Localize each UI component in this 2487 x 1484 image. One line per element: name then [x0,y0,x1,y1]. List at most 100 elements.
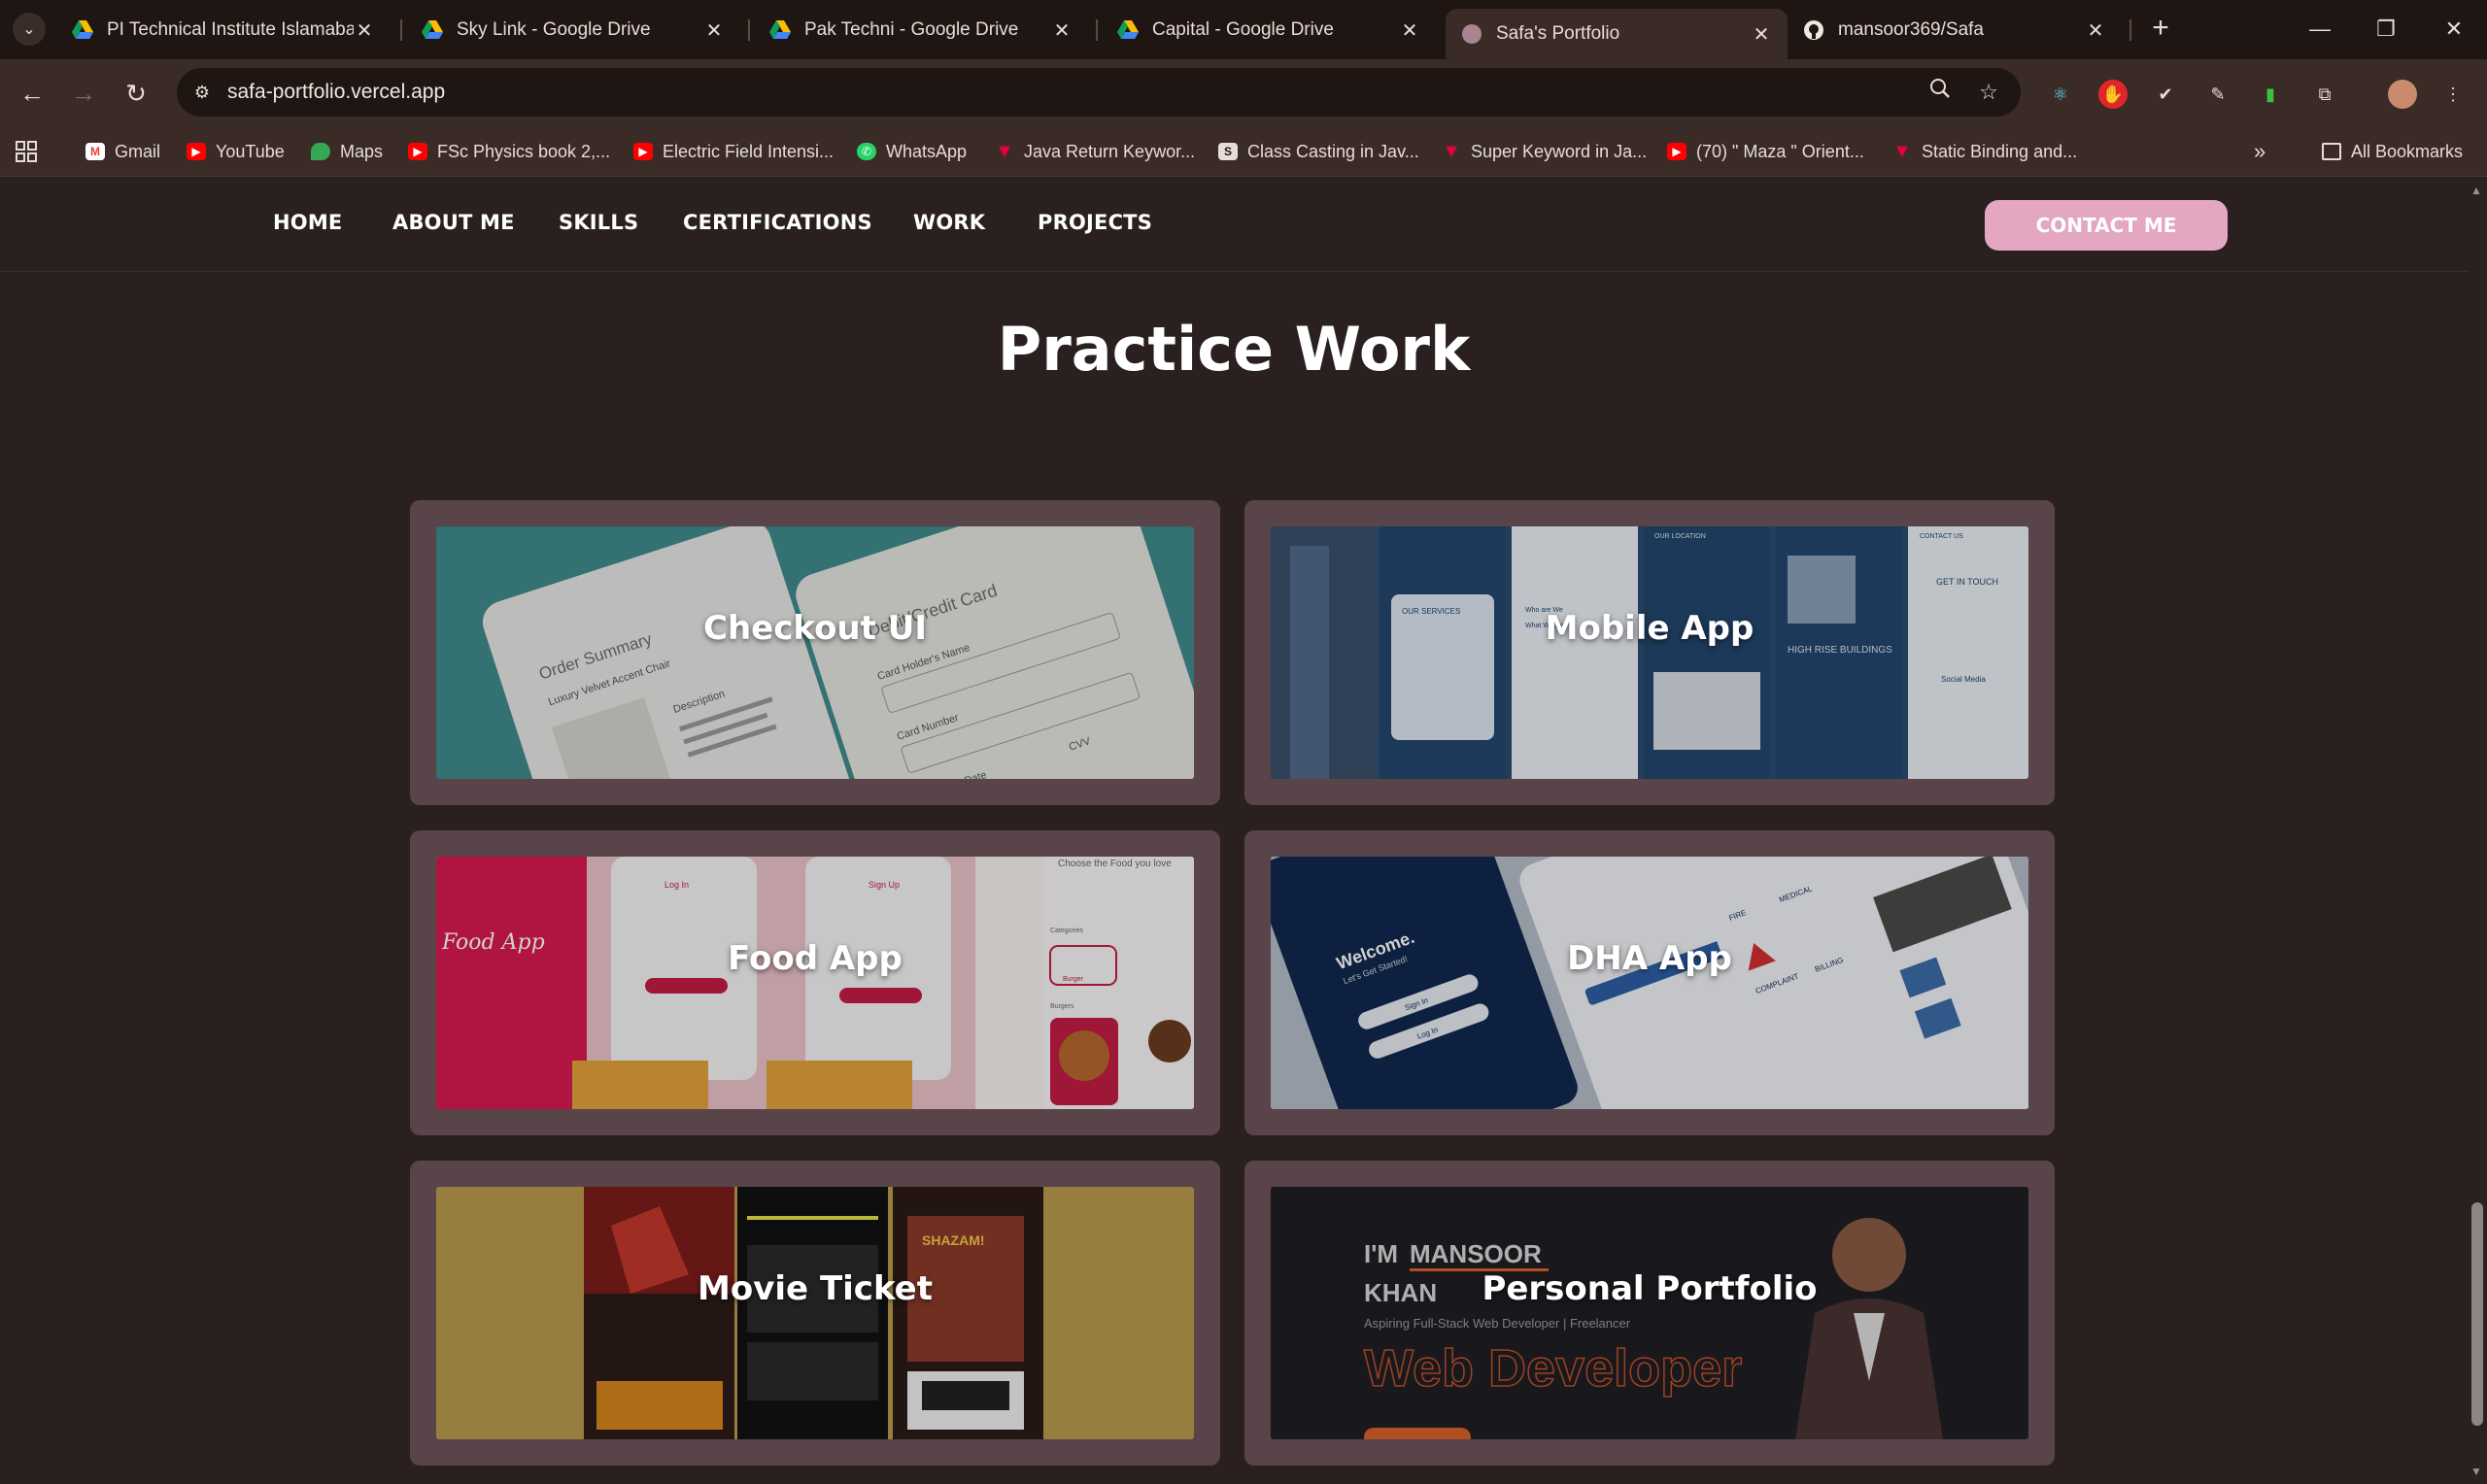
tab-close-icon[interactable]: ✕ [703,18,725,43]
zoom-magnifier-icon[interactable] [1925,78,1955,107]
project-title: Movie Ticket [698,1269,933,1308]
tab-title: mansoor369/Safa [1838,19,1984,40]
url-text[interactable]: safa-portfolio.vercel.app [227,81,445,104]
more-bookmarks-chevron-icon[interactable]: » [2254,139,2266,163]
tab-close-icon[interactable]: ✕ [1751,22,1772,47]
nav-projects[interactable]: PROJECTS [1038,211,1152,234]
bookmark-static-binding[interactable]: ▼ Static Binding and... [1892,140,2077,163]
bookmark-whatsapp[interactable]: ✆ WhatsApp [857,140,967,163]
movie-ticket-thumbnail: SHAZAM! [436,1187,1194,1439]
bookmark-label: Maps [340,141,384,161]
nav-skills[interactable]: SKILLS [559,211,638,234]
bookmark-label: Electric Field Intensi... [663,141,835,161]
extension-green-icon[interactable]: ▮ [2256,80,2285,109]
nav-home[interactable]: HOME [273,211,342,234]
thumbnail-overlay [1271,526,2028,779]
project-card-mobile-app[interactable]: OUR SERVICES Who are We What We Do OUR L… [1244,500,2055,805]
scroll-down-arrow-icon[interactable]: ▼ [2470,1465,2482,1478]
bookmark-star-icon[interactable]: ☆ [1974,78,2003,107]
bookmark-class-casting[interactable]: S Class Casting in Jav... [1218,140,1419,163]
extension-red-icon[interactable]: ✋ [2098,80,2128,109]
browser-tab-bar: ⌄ PI Technical Institute Islamabad ✕ Sky… [0,0,2487,59]
bookmark-label: Java Return Keywor... [1024,141,1196,161]
tab-close-icon[interactable]: ✕ [1399,18,1420,43]
tab-close-icon[interactable]: ✕ [2085,18,2106,43]
project-card-food-app[interactable]: Food App Log In Sign Up Choose the Food … [410,830,1220,1135]
scrollbar-thumb[interactable] [2471,1202,2483,1426]
bookmark-super-keyword[interactable]: ▼ Super Keyword in Ja... [1442,140,1647,163]
project-card-checkout-ui[interactable]: Order Summary Luxury Velvet Accent Chair… [410,500,1220,805]
bookmark-electric-field[interactable]: ▶ Electric Field Intensi... [633,140,834,163]
bookmark-maps[interactable]: Maps [311,140,383,163]
project-title: Checkout UI [703,609,927,648]
bookmark-java-return[interactable]: ▼ Java Return Keywor... [995,140,1195,163]
address-bar[interactable]: ⚙ safa-portfolio.vercel.app ☆ [177,68,2021,117]
checkmark-extension-icon[interactable]: ✔ [2151,80,2180,109]
scroll-up-arrow-icon[interactable]: ▲ [2470,184,2482,197]
thumbnail-overlay [436,526,1194,779]
thumbnail-overlay [1271,857,2028,1109]
portfolio-icon [1461,23,1482,45]
project-title: DHA App [1567,939,1732,978]
bookmark-youtube[interactable]: ▶ YouTube [187,140,285,163]
all-bookmarks-button[interactable]: All Bookmarks [2322,140,2463,163]
menu-kebab-icon[interactable]: ⋮ [2438,80,2468,109]
tab-pi-technical[interactable]: PI Technical Institute Islamabad ✕ [56,9,391,51]
nav-certifications[interactable]: CERTIFICATIONS [683,211,872,234]
tab-separator [748,19,750,41]
restore-window-icon[interactable]: ❐ [2367,12,2405,47]
tab-close-icon[interactable]: ✕ [354,18,375,43]
food-app-thumbnail: Food App Log In Sign Up Choose the Food … [436,857,1194,1109]
tab-safas-portfolio[interactable]: Safa's Portfolio ✕ [1446,9,1788,59]
tab-title: PI Technical Institute Islamabad [107,19,354,40]
thumbnail-overlay [1271,1187,2028,1439]
site-info-icon[interactable]: ⚙ [187,77,218,108]
bookmark-label: Gmail [115,141,161,161]
thumbnail-overlay [436,1187,1194,1439]
github-icon [1803,19,1824,41]
whatsapp-icon: ✆ [857,143,876,160]
bookmark-label: (70) " Maza " Orient... [1696,141,1864,161]
javatpoint-icon: ▼ [1892,140,1912,162]
new-tab-plus-icon[interactable]: + [2145,14,2176,45]
bookmark-label: WhatsApp [886,141,968,161]
forward-arrow-icon[interactable]: → [65,75,102,112]
profile-avatar[interactable] [2388,80,2417,109]
tab-github-repo[interactable]: mansoor369/Safa ✕ [1788,9,2122,51]
youtube-icon: ▶ [408,143,427,160]
back-arrow-icon[interactable]: ← [14,75,51,112]
nav-about-me[interactable]: ABOUT ME [392,211,515,234]
nav-work[interactable]: WORK [913,211,985,234]
eyedropper-icon[interactable]: ✎ [2203,80,2232,109]
tab-capital[interactable]: Capital - Google Drive ✕ [1102,9,1436,51]
bookmark-fsc-physics[interactable]: ▶ FSc Physics book 2,... [408,140,610,163]
google-drive-icon [422,19,443,41]
extensions-puzzle-icon[interactable]: ⧉ [2310,80,2339,109]
site-navbar: HOME ABOUT ME SKILLS CERTIFICATIONS WORK… [0,178,2468,272]
minimize-icon[interactable]: — [2300,12,2339,47]
apps-grid-icon[interactable] [16,140,37,163]
react-devtools-icon[interactable]: ⚛ [2046,80,2075,109]
gmail-icon: M [85,143,105,160]
bookmark-maza-orient[interactable]: ▶ (70) " Maza " Orient... [1667,140,1864,163]
page-scrollbar[interactable]: ▲ ▼ [2468,178,2487,1484]
project-card-personal-portfolio[interactable]: I'M MANSOOR KHAN Aspiring Full-Stack Web… [1244,1161,2055,1466]
checkout-ui-thumbnail: Order Summary Luxury Velvet Accent Chair… [436,526,1194,779]
project-card-movie-ticket[interactable]: SHAZAM! Movie Ticket [410,1161,1220,1466]
bookmark-gmail[interactable]: M Gmail [85,140,160,163]
tab-title: Safa's Portfolio [1496,23,1620,44]
section-heading: Practice Work [997,314,1471,385]
tab-pak-techni[interactable]: Pak Techni - Google Drive ✕ [754,9,1088,51]
bookmark-label: FSc Physics book 2,... [437,141,611,161]
bookmark-label: Static Binding and... [1922,141,2078,161]
tab-sky-link[interactable]: Sky Link - Google Drive ✕ [406,9,740,51]
contact-me-button[interactable]: CONTACT ME [1985,200,2228,251]
bookmark-label: YouTube [216,141,285,161]
reload-icon[interactable]: ↻ [118,75,154,112]
tab-close-icon[interactable]: ✕ [1051,18,1073,43]
tab-separator [400,19,402,41]
tab-search-chevron-icon[interactable]: ⌄ [13,13,46,46]
project-card-dha-app[interactable]: Welcome. Let's Get Started! Sign In Log … [1244,830,2055,1135]
close-window-icon[interactable]: ✕ [2435,12,2473,47]
tab-title: Pak Techni - Google Drive [804,19,1019,40]
